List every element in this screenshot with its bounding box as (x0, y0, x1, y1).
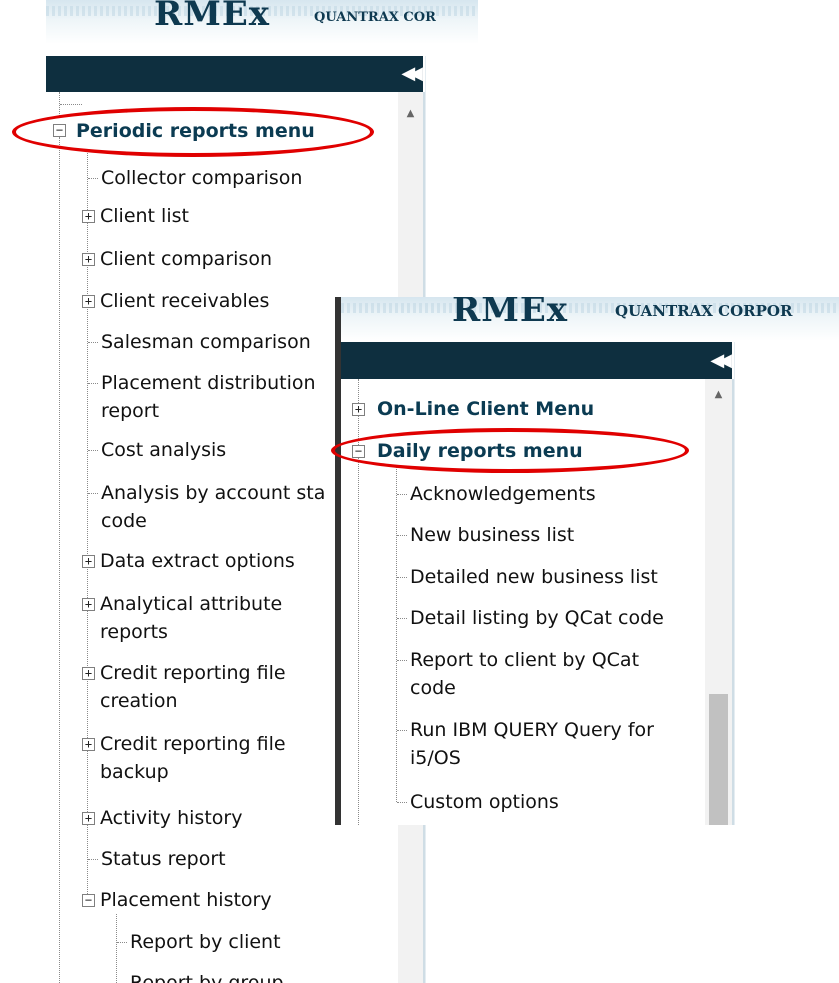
expand-toggle-icon[interactable]: + (82, 812, 95, 825)
item-label-line1: Placement distribution (101, 372, 316, 394)
item-label: Client receivables (100, 290, 270, 312)
item-label-line1: Report to client by QCat (410, 649, 640, 671)
expand-toggle-icon[interactable]: + (82, 667, 95, 680)
item-label-line2: code (410, 677, 456, 699)
collapse-menu-icon[interactable]: ◀◀ (710, 351, 732, 370)
item-label: Detail listing by QCat code (410, 607, 664, 629)
item-label: Client list (100, 205, 189, 227)
item-label-line1: Credit reporting file (100, 662, 286, 684)
item-label: Activity history (100, 807, 243, 829)
item-label: Report by group (130, 972, 284, 983)
item-label: Report by client (130, 931, 281, 953)
item-label-line1: Credit reporting file (100, 733, 286, 755)
navigation-bar: ◀◀ (46, 56, 423, 92)
item-label: Placement history (100, 889, 272, 911)
item-label: Data extract options (100, 550, 295, 572)
section-label: Daily reports menu (377, 440, 583, 462)
item-label: Cost analysis (101, 439, 227, 461)
scroll-up-arrow-icon[interactable]: ▲ (705, 389, 732, 400)
item-label: Salesman comparison (101, 331, 311, 353)
item-label-line2: i5/OS (410, 747, 461, 769)
daily-reports-window: RMEx QUANTRAX CORPOR ◀◀ ▲ + On-Line Clie… (341, 297, 839, 825)
expand-toggle-icon[interactable]: + (82, 555, 95, 568)
item-label: Client comparison (100, 248, 272, 270)
item-label-line2: backup (100, 761, 169, 783)
header-banner: RMEx QUANTRAX COR (46, 0, 478, 44)
section-label: Periodic reports menu (76, 120, 315, 142)
item-label: New business list (410, 524, 575, 546)
item-label-line2: creation (100, 690, 178, 712)
expand-toggle-icon[interactable]: + (352, 403, 365, 416)
expand-toggle-icon[interactable]: + (82, 738, 95, 751)
menu-scrollbar[interactable]: ▲ (705, 379, 732, 825)
collapse-toggle-icon[interactable]: − (53, 124, 66, 137)
expand-toggle-icon[interactable]: + (82, 253, 95, 266)
collapse-menu-icon[interactable]: ◀◀ (401, 65, 423, 83)
expand-toggle-icon[interactable]: + (82, 210, 95, 223)
expand-toggle-icon[interactable]: + (82, 598, 95, 611)
item-label-line2: report (101, 400, 160, 422)
rmex-logo: RMEx (452, 297, 569, 330)
item-label-line2: code (101, 510, 147, 532)
item-label-line1: Analysis by account sta (101, 482, 326, 504)
item-label: Status report (101, 848, 226, 870)
section-label: On-Line Client Menu (377, 398, 595, 420)
collapse-toggle-icon[interactable]: − (352, 445, 365, 458)
collapse-toggle-icon[interactable]: − (82, 894, 95, 907)
navigation-bar: ◀◀ (341, 342, 732, 379)
splitter[interactable] (732, 379, 734, 825)
content-pane (734, 342, 839, 825)
item-label-line2: reports (100, 621, 168, 643)
header-banner: RMEx QUANTRAX CORPOR (341, 297, 839, 341)
scrollbar-thumb[interactable] (709, 694, 728, 825)
item-label-line1: Run IBM QUERY Query for (410, 719, 654, 741)
item-label: Acknowledgements (410, 483, 596, 505)
item-label: Collector comparison (101, 167, 303, 189)
expand-toggle-icon[interactable]: + (82, 295, 95, 308)
company-name: QUANTRAX CORPOR (615, 302, 793, 320)
item-label: Custom options (410, 791, 559, 813)
company-name: QUANTRAX COR (314, 10, 436, 25)
item-label: Detailed new business list (410, 566, 658, 588)
item-label-line1: Analytical attribute (100, 593, 283, 615)
rmex-logo: RMEx (154, 0, 271, 34)
scroll-up-arrow-icon[interactable]: ▲ (398, 108, 423, 119)
